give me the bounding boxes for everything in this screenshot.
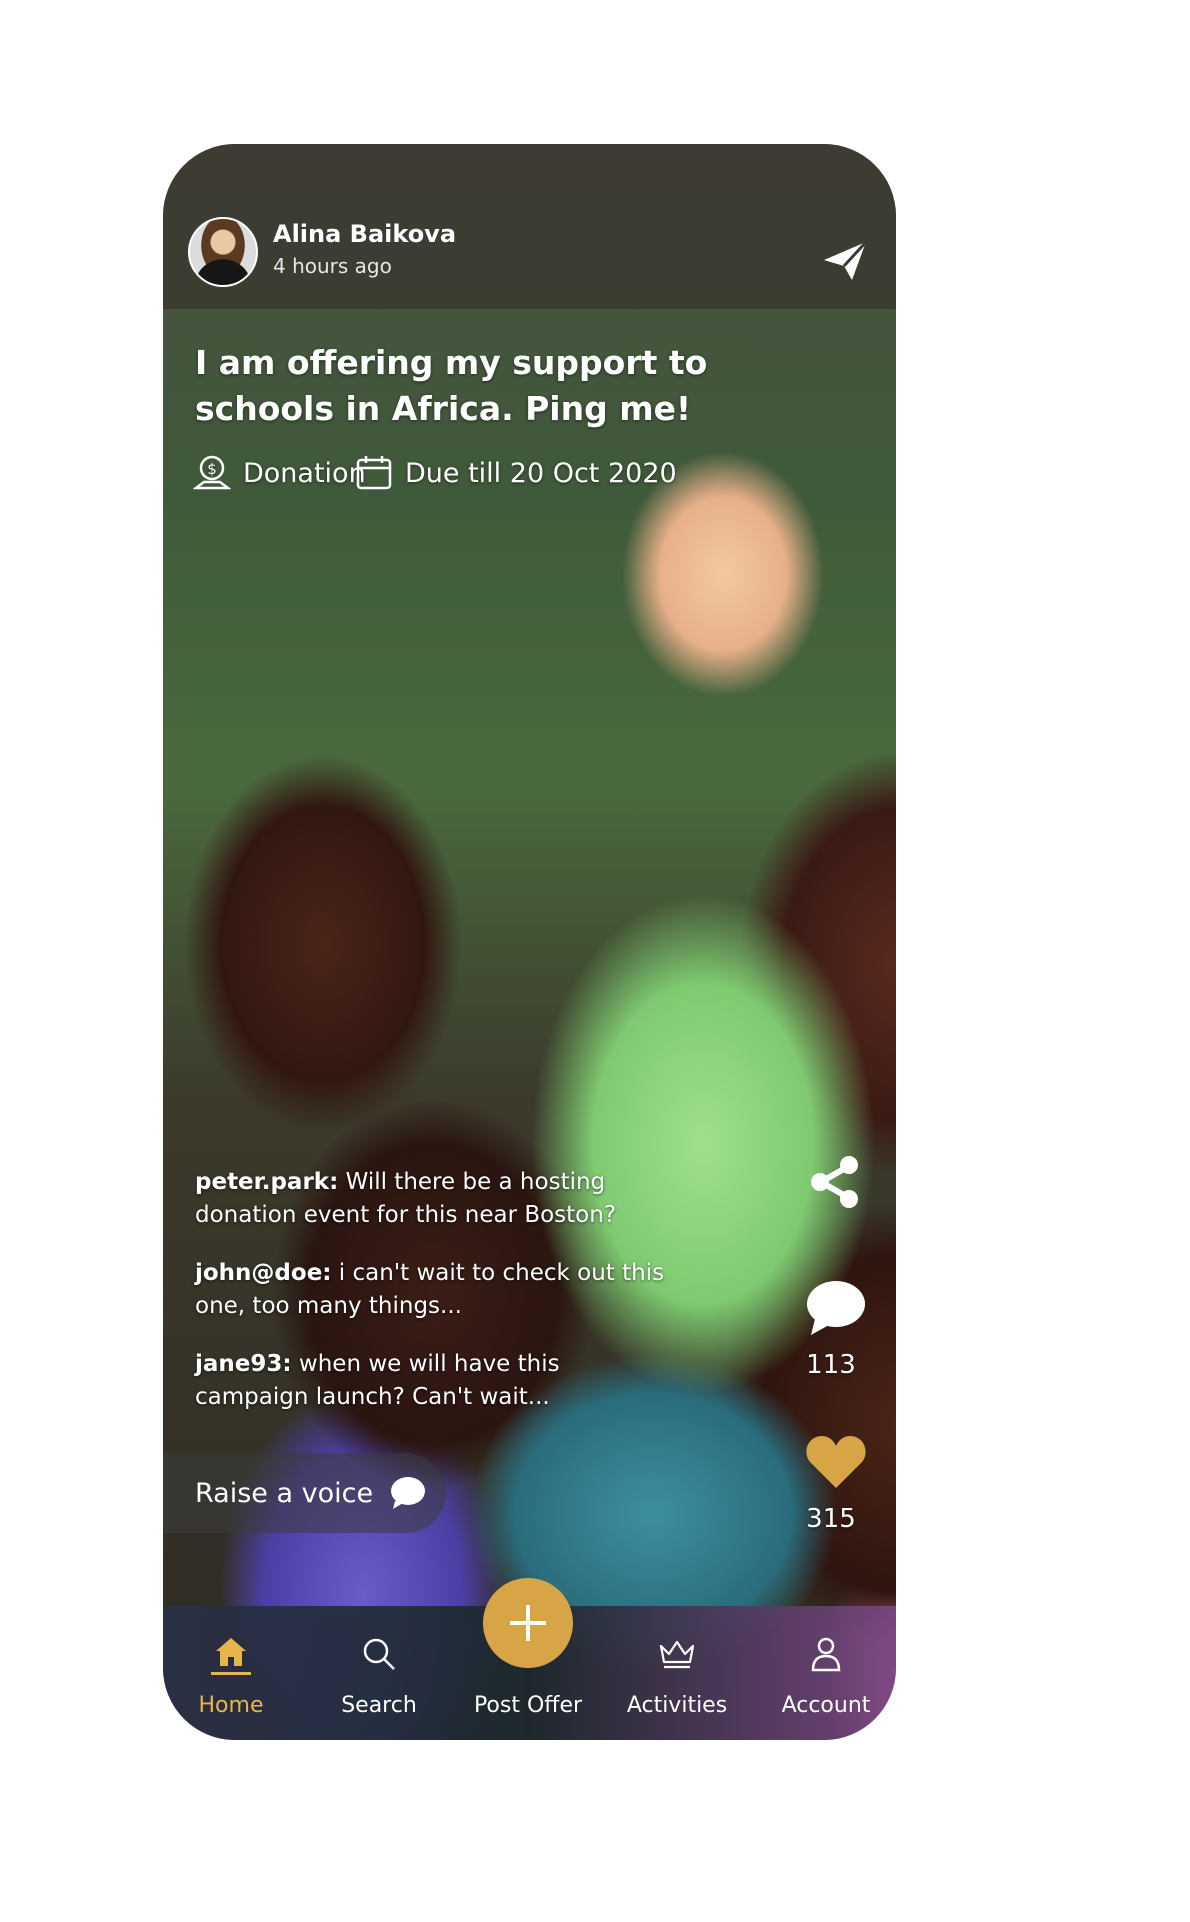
svg-text:$: $ xyxy=(207,460,217,478)
send-icon[interactable] xyxy=(820,236,870,286)
comment-icon[interactable] xyxy=(805,1279,867,1337)
comment-count: 113 xyxy=(806,1350,856,1380)
comment-user[interactable]: peter.park: xyxy=(195,1169,338,1195)
comment-item: jane93: when we will have this campaign … xyxy=(195,1348,665,1414)
post-header: Alina Baikova 4 hours ago xyxy=(163,144,896,309)
nav-home-label: Home xyxy=(198,1693,264,1718)
user-icon xyxy=(811,1637,841,1672)
raise-voice-label: Raise a voice xyxy=(195,1477,374,1509)
nav-account-label: Account xyxy=(781,1693,871,1718)
like-count: 315 xyxy=(806,1504,856,1534)
due-date: Due till 20 Oct 2020 xyxy=(355,454,677,492)
user-name[interactable]: Alina Baikova xyxy=(273,220,456,248)
heart-icon[interactable] xyxy=(805,1434,867,1490)
nav-post-offer-label: Post Offer xyxy=(473,1693,583,1718)
chat-bubble-icon xyxy=(391,1477,426,1509)
raise-voice-button[interactable]: Raise a voice xyxy=(163,1453,446,1533)
due-label: Due till 20 Oct 2020 xyxy=(405,457,677,489)
home-icon xyxy=(216,1638,246,1666)
category-tag: $ Donation xyxy=(193,454,366,492)
post-offer-button[interactable] xyxy=(483,1578,573,1668)
category-label: Donation xyxy=(243,457,366,489)
comment-user[interactable]: jane93: xyxy=(195,1351,292,1377)
comment-item: john@doe: i can't wait to check out this… xyxy=(195,1257,665,1323)
calendar-icon xyxy=(356,456,392,490)
crown-icon xyxy=(659,1640,695,1669)
nav-search[interactable]: Search xyxy=(309,1606,449,1740)
nav-search-label: Search xyxy=(341,1693,417,1718)
active-underline xyxy=(211,1672,251,1675)
post-time: 4 hours ago xyxy=(273,254,392,278)
nav-activities-label: Activities xyxy=(626,1693,728,1718)
nav-home[interactable]: Home xyxy=(163,1606,301,1740)
donation-icon: $ xyxy=(193,455,231,490)
plus-icon xyxy=(510,1605,546,1641)
search-icon xyxy=(363,1638,395,1670)
comment-item: peter.park: Will there be a hosting dona… xyxy=(195,1166,665,1232)
share-icon[interactable] xyxy=(805,1152,865,1212)
nav-activities[interactable]: Activities xyxy=(607,1606,747,1740)
post-headline: I am offering my support to schools in A… xyxy=(195,343,708,428)
avatar[interactable] xyxy=(188,217,258,287)
phone-screen: Alina Baikova 4 hours ago I am offering … xyxy=(163,144,896,1740)
nav-account[interactable]: Account xyxy=(756,1606,896,1740)
comment-user[interactable]: john@doe: xyxy=(195,1260,332,1286)
